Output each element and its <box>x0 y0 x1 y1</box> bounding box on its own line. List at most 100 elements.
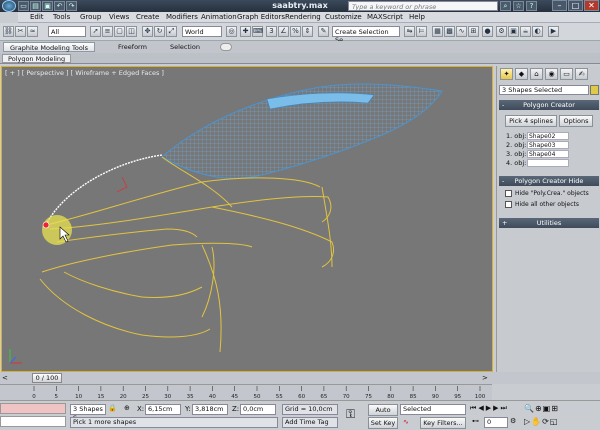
time-slider-bar[interactable]: < 0 / 100 > <box>0 372 600 384</box>
material-editor-icon[interactable]: ● <box>482 26 493 37</box>
layer-manager-icon[interactable]: ▦ <box>432 26 443 37</box>
star-icon[interactable]: ☆ <box>513 1 524 11</box>
obj-4-field[interactable] <box>527 159 569 167</box>
menu-animation[interactable]: Animation <box>201 13 237 21</box>
rollout-polygon-creator[interactable]: - Polygon Creator <box>499 100 599 110</box>
hide-all-checkbox[interactable] <box>505 201 512 208</box>
obj-2-field[interactable]: Shape03 <box>527 141 569 149</box>
display-tab-icon[interactable]: ▭ <box>560 68 573 80</box>
reference-coordinate-dropdown[interactable]: World <box>182 26 222 37</box>
curve-editor-icon[interactable]: ∿ <box>456 26 467 37</box>
mirror-icon[interactable]: ⇋ <box>404 26 415 37</box>
rectangle-selection-icon[interactable]: ▢ <box>114 26 125 37</box>
minimize-icon[interactable]: – <box>552 0 567 11</box>
go-to-end-icon[interactable]: ⏭ <box>500 404 508 412</box>
unlink-icon[interactable]: ✂ <box>15 26 26 37</box>
bind-space-warp-icon[interactable]: ≈ <box>27 26 38 37</box>
current-frame-field[interactable]: 0 <box>484 417 508 428</box>
key-filters-button[interactable]: Key Filters... <box>420 417 466 429</box>
keyboard-shortcut-icon[interactable]: ⌨ <box>252 26 263 37</box>
select-manipulate-icon[interactable]: ✚ <box>240 26 251 37</box>
hierarchy-tab-icon[interactable]: ⌂ <box>530 68 543 80</box>
default-in-out-tangent-icon[interactable]: ∿ <box>403 418 409 426</box>
search-input[interactable]: Type a keyword or phrase <box>348 1 498 11</box>
tab-freeform[interactable]: Freeform <box>112 42 153 52</box>
set-key-mode-icon[interactable]: ⚿ <box>346 407 355 422</box>
rollout-utilities[interactable]: + Utilities <box>499 218 599 228</box>
pick-splines-button[interactable]: Pick 4 splines <box>505 115 557 127</box>
pan-icon[interactable]: ✋ <box>531 417 542 426</box>
rollout-polygon-creator-hide[interactable]: - Polygon Creator Hide <box>499 176 599 186</box>
key-mode-toggle-icon[interactable]: ⊷ <box>472 417 479 425</box>
x-coordinate-field[interactable]: 6,15cm <box>145 404 181 415</box>
play-icon[interactable]: ▶ <box>486 404 493 412</box>
viewport-label[interactable]: [ + ] [ Perspective ] [ Wireframe + Edge… <box>5 69 164 77</box>
menu-graph-editors[interactable]: Graph Editors <box>237 13 285 21</box>
motion-tab-icon[interactable]: ◉ <box>545 68 558 80</box>
edit-named-selection-icon[interactable]: ✎ <box>318 26 329 37</box>
utilities-tab-icon[interactable]: ✍ <box>575 68 588 80</box>
obj-1-field[interactable]: Shape02 <box>527 132 569 140</box>
window-crossing-icon[interactable]: ◫ <box>126 26 137 37</box>
time-prev-icon[interactable]: < <box>2 374 12 382</box>
ribbon-minimize-icon[interactable] <box>220 43 232 51</box>
tab-graphite-modeling-tools[interactable]: Graphite Modeling Tools <box>3 42 96 52</box>
render-iterative-icon[interactable]: ◐ <box>532 26 543 37</box>
menu-create[interactable]: Create <box>136 13 159 21</box>
graphite-toggle-icon[interactable]: ▩ <box>444 26 455 37</box>
select-object-icon[interactable]: ➚ <box>90 26 101 37</box>
select-by-name-icon[interactable]: ≡ <box>102 26 113 37</box>
zoom-extents-all-icon[interactable]: ⊞ <box>551 404 559 413</box>
auto-key-button[interactable]: Auto Key <box>368 404 398 424</box>
render-production-icon[interactable]: ☕ <box>520 26 531 37</box>
maximize-viewport-icon[interactable]: ◱ <box>550 417 559 426</box>
select-link-icon[interactable]: ⛓ <box>3 26 14 37</box>
render-setup-icon[interactable]: ⚙ <box>496 26 507 37</box>
spinner-snap-icon[interactable]: ⇕ <box>302 26 313 37</box>
pivot-center-icon[interactable]: ◎ <box>226 26 237 37</box>
schematic-view-icon[interactable]: ⊞ <box>468 26 479 37</box>
align-icon[interactable]: ⊨ <box>416 26 427 37</box>
create-tab-icon[interactable]: ✦ <box>500 68 513 80</box>
search-icon[interactable]: ⌕ <box>500 1 511 11</box>
maxscript-listener-field[interactable] <box>0 403 66 414</box>
move-icon[interactable]: ✥ <box>142 26 153 37</box>
modify-tab-icon[interactable]: ◆ <box>515 68 528 80</box>
orbit-icon[interactable]: ⟳ <box>542 417 550 426</box>
set-key-button[interactable]: Set Key <box>368 417 398 429</box>
object-color-swatch[interactable] <box>590 85 599 95</box>
menu-group[interactable]: Group <box>80 13 101 21</box>
zoom-all-icon[interactable]: ⊕ <box>535 404 543 413</box>
menu-modifiers[interactable]: Modifiers <box>166 13 198 21</box>
scene-wireframe[interactable] <box>2 67 493 372</box>
time-configuration-icon[interactable]: ⚙ <box>510 417 516 425</box>
zoom-extents-icon[interactable]: ▣ <box>543 404 552 413</box>
help-icon[interactable]: ? <box>526 1 537 11</box>
zoom-icon[interactable]: 🔍 <box>524 404 535 413</box>
lock-selection-icon[interactable]: 🔒 <box>108 404 117 412</box>
menu-customize[interactable]: Customize <box>325 13 362 21</box>
selection-filter-dropdown[interactable]: All <box>48 26 86 37</box>
previous-frame-icon[interactable]: ◀ <box>478 404 485 412</box>
time-slider-thumb[interactable]: 0 / 100 <box>32 373 62 383</box>
menu-rendering[interactable]: Rendering <box>285 13 321 21</box>
percent-snap-icon[interactable]: % <box>290 26 301 37</box>
menu-views[interactable]: Views <box>109 13 129 21</box>
maxscript-mini-field[interactable] <box>0 416 66 427</box>
named-selection-dropdown[interactable]: Create Selection Se <box>332 26 400 44</box>
render-active-icon[interactable]: ▶ <box>548 26 559 37</box>
rotate-icon[interactable]: ↻ <box>154 26 165 37</box>
tab-polygon-modeling[interactable]: Polygon Modeling <box>2 54 72 63</box>
maximize-icon[interactable]: □ <box>568 0 583 11</box>
options-button[interactable]: Options <box>559 115 593 127</box>
scale-icon[interactable]: ⤢ <box>166 26 177 37</box>
perspective-viewport[interactable]: [ + ] [ Perspective ] [ Wireframe + Edge… <box>1 66 493 372</box>
menu-edit[interactable]: Edit <box>30 13 44 21</box>
track-bar[interactable]: 0 5 10 15 20 25 30 35 40 45 50 55 60 65 70 75 80 85 90 95 10… <box>0 384 492 400</box>
y-coordinate-field[interactable]: 3,818cm <box>192 404 228 415</box>
snaps-toggle-icon[interactable]: 3 <box>266 26 277 37</box>
close-icon[interactable]: ✕ <box>584 0 599 11</box>
absolute-mode-icon[interactable]: ⊕ <box>124 404 130 412</box>
add-time-tag[interactable]: Add Time Tag <box>282 417 338 428</box>
hide-poly-checkbox[interactable] <box>505 190 512 197</box>
